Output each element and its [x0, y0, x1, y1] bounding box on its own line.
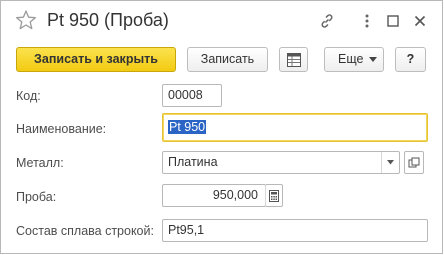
- save-and-close-button[interactable]: Записать и закрыть: [16, 47, 176, 72]
- metal-field[interactable]: Платина: [162, 151, 400, 174]
- assay-calculator-button[interactable]: [265, 184, 283, 207]
- composition-label: Состав сплава строкой:: [16, 224, 154, 238]
- maximize-icon[interactable]: [385, 13, 401, 29]
- title-bar: Pt 950 (Проба): [1, 1, 442, 41]
- name-field[interactable]: Pt 950: [162, 113, 428, 142]
- assay-label: Проба:: [16, 190, 57, 204]
- code-field[interactable]: 00008: [162, 84, 222, 107]
- more-actions-button[interactable]: Еще: [324, 47, 384, 72]
- list-grid-icon: [287, 53, 301, 67]
- composition-field[interactable]: Pt95,1: [162, 219, 428, 242]
- window-title: Pt 950 (Проба): [47, 10, 169, 30]
- metal-open-button[interactable]: [404, 151, 424, 174]
- form-window: Pt 950 (Проба) Записать и закрыть Записа…: [0, 0, 443, 254]
- calculator-icon: [269, 190, 279, 202]
- list-view-button[interactable]: [279, 47, 308, 72]
- link-icon[interactable]: [319, 13, 335, 29]
- star-icon[interactable]: [15, 9, 37, 31]
- save-button[interactable]: Записать: [187, 47, 268, 72]
- open-icon: [408, 157, 420, 168]
- more-actions-label: Еще: [338, 52, 364, 66]
- code-label: Код:: [16, 89, 41, 103]
- metal-dropdown-button[interactable]: [381, 152, 399, 173]
- close-icon[interactable]: [412, 13, 428, 29]
- name-field-selection: Pt 950: [168, 120, 207, 134]
- metal-value: Платина: [168, 155, 218, 169]
- help-button[interactable]: ?: [395, 47, 426, 72]
- name-label: Наименование:: [16, 122, 107, 136]
- more-icon[interactable]: [359, 13, 375, 29]
- assay-field[interactable]: 950,000: [162, 184, 266, 207]
- dropdown-arrow-icon: [387, 160, 394, 165]
- chevron-down-icon: [369, 57, 377, 62]
- metal-label: Металл:: [16, 156, 64, 170]
